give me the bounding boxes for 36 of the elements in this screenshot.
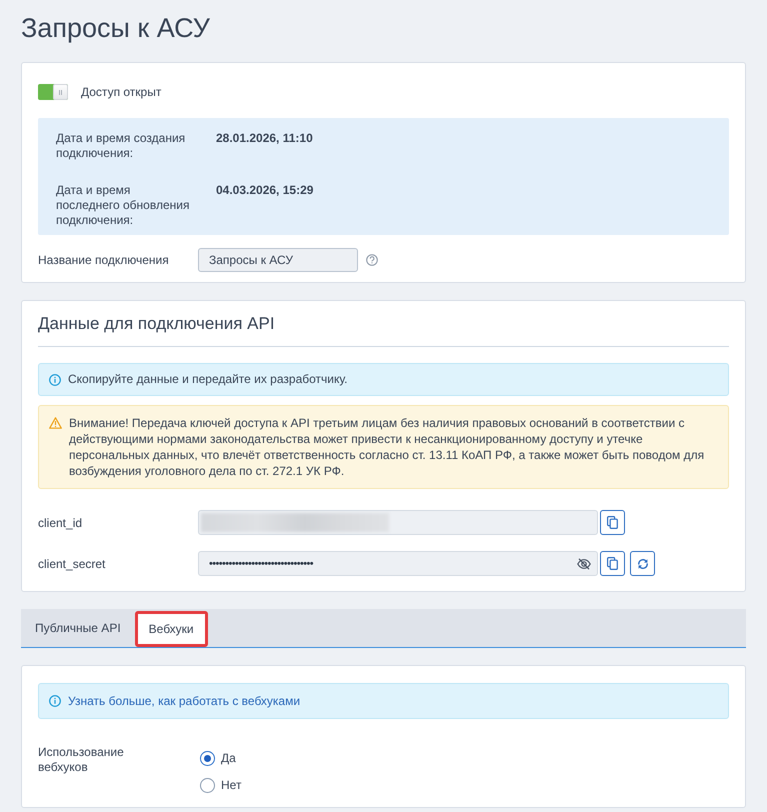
info-icon xyxy=(49,695,61,707)
tab[interactable]: Вебхуки xyxy=(134,611,208,647)
warning-text: Внимание! Передача ключей доступа к API третьим лицам без наличия правовых оснований в соответствии с действующими нормами законодательства может привести к несанкционированному доступу и утечке персональных данных, что влечёт ответственность согласно ст. 13.11 КоАП РФ, а также может быть поводом для возбуждения уголовного дела по ст. 272.1 УК РФ. xyxy=(69,415,706,479)
toggle-switch[interactable] xyxy=(38,84,68,100)
field-label: client_secret xyxy=(38,556,106,570)
copy-button[interactable] xyxy=(600,510,625,535)
eye-slash-icon[interactable] xyxy=(577,558,591,570)
page-title: Запросы к АСУ xyxy=(21,12,210,44)
info-icon xyxy=(49,374,61,386)
detail-value: 28.01.2026, 11:10 xyxy=(216,131,313,146)
tab[interactable]: Публичные API xyxy=(21,609,135,647)
detail-label: Дата и время создания подключения: xyxy=(56,131,186,161)
masked-value: •••••••••••••••••••••••••••••••• xyxy=(209,558,314,570)
radio-button[interactable] xyxy=(200,751,215,766)
name-field[interactable]: Запросы к АСУ xyxy=(198,248,358,272)
help-link[interactable]: Узнать больше, как работать с вебхуками xyxy=(68,694,300,708)
copy-icon xyxy=(607,557,618,570)
field-label: Использование вебхуков xyxy=(38,745,125,775)
detail-value: 04.03.2026, 15:29 xyxy=(216,183,314,198)
credential-field[interactable] xyxy=(198,510,598,535)
detail-label: Дата и время последнего обновления подключения: xyxy=(56,183,190,228)
refresh-icon xyxy=(636,558,648,570)
help-icon[interactable] xyxy=(366,254,378,266)
warning-icon xyxy=(49,417,62,429)
copy-icon xyxy=(607,516,618,529)
copy-button[interactable] xyxy=(600,551,625,576)
refresh-button[interactable] xyxy=(630,551,655,576)
radio-label[interactable]: Нет xyxy=(221,778,242,793)
info-text: Скопируйте данные и передайте их разработчику. xyxy=(68,372,348,387)
field-label: Название подключения xyxy=(38,253,169,267)
radio-label[interactable]: Да xyxy=(221,751,236,766)
field-label: client_id xyxy=(38,516,82,530)
radio-button[interactable] xyxy=(200,778,215,793)
section-title: Данные для подключения API xyxy=(38,313,275,335)
secret-field[interactable]: •••••••••••••••••••••••••••••••• xyxy=(198,551,598,576)
toggle-label: Доступ открыт xyxy=(81,85,162,99)
